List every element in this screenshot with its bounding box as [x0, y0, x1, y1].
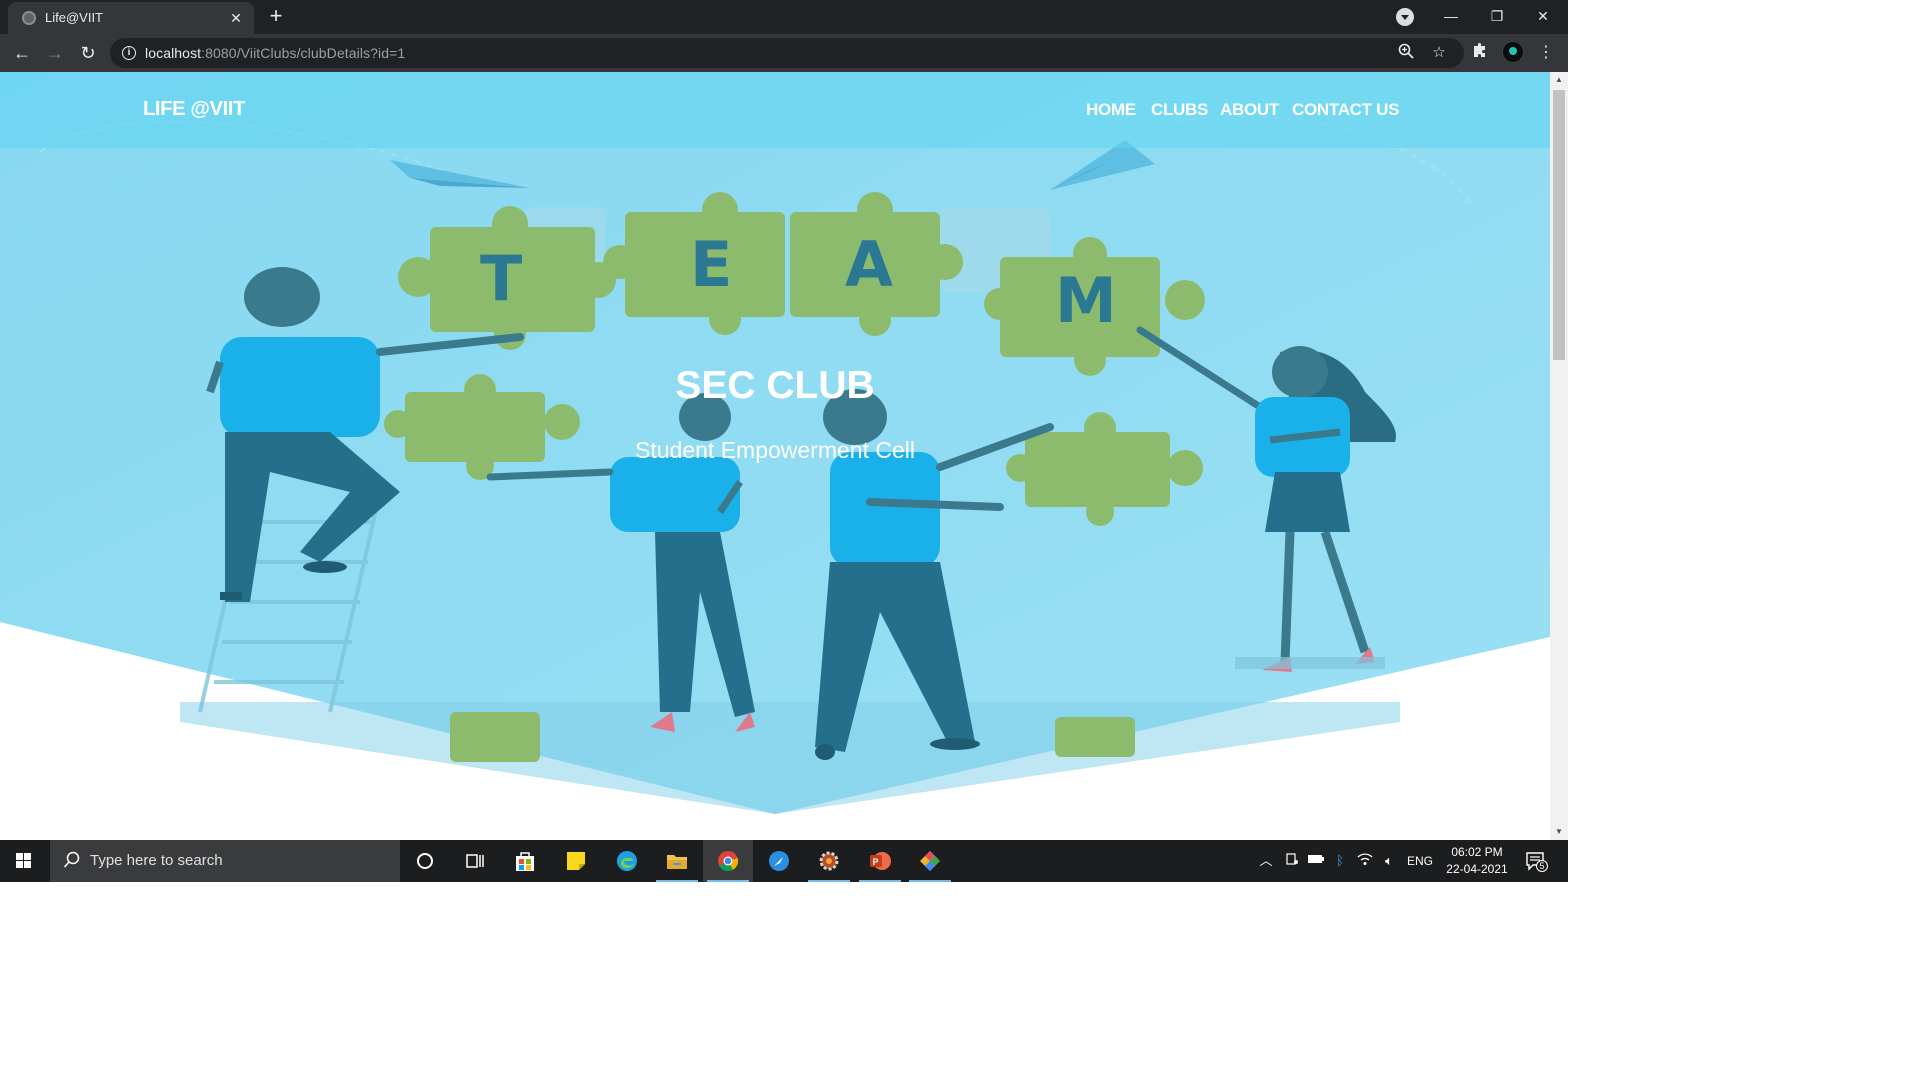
folder-icon — [667, 855, 687, 869]
taskbar-app-gear[interactable] — [804, 840, 854, 882]
taskbar-sticky-notes[interactable] — [551, 840, 601, 882]
powerpoint-icon: P — [870, 852, 891, 870]
taskbar-file-explorer[interactable] — [652, 840, 702, 882]
bluetooth-icon[interactable]: ᛒ — [1332, 852, 1348, 870]
device-icon[interactable] — [1283, 852, 1301, 870]
action-center-button[interactable]: 5 — [1524, 850, 1548, 872]
taskbar-search-box[interactable]: Type here to search — [50, 840, 400, 882]
taskbar-app-diamond[interactable] — [905, 840, 955, 882]
tab-search-icon[interactable] — [1396, 8, 1414, 26]
info-icon[interactable]: i — [122, 46, 136, 60]
profile-avatar[interactable] — [1502, 41, 1524, 63]
scroll-down-arrow-icon[interactable]: ▼ — [1550, 824, 1568, 840]
page-viewport: T E A M LIFE @VIIT HOME CLUBS ABOUT CONT… — [0, 72, 1550, 840]
minimize-button[interactable]: — — [1428, 0, 1474, 32]
page-scrollbar[interactable]: ▲ ▼ — [1550, 72, 1568, 840]
task-view-button[interactable] — [450, 840, 500, 882]
clock-date: 22-04-2021 — [1446, 862, 1508, 876]
bookmark-star-icon[interactable]: ☆ — [1429, 43, 1449, 63]
browser-toolbar: ← → ↻ i localhost:8080/ViitClubs/clubDet… — [0, 34, 1568, 72]
cortana-circle-icon — [417, 853, 433, 869]
club-subtitle: Student Empowerment Cell — [635, 437, 915, 463]
running-indicator — [859, 880, 901, 882]
taskbar-chrome[interactable] — [703, 840, 753, 882]
nav-link-contact-us[interactable]: CONTACT US — [1292, 100, 1399, 120]
puzzle-letter-m: M — [1055, 264, 1117, 337]
volume-icon[interactable]: 🔈︎ — [1378, 852, 1400, 870]
language-indicator[interactable]: ENG — [1404, 852, 1436, 870]
browser-tab[interactable]: Life@VIIT ✕ — [8, 2, 254, 34]
new-tab-button[interactable]: + — [264, 4, 288, 28]
site-logo[interactable]: LIFE @VIIT — [143, 98, 245, 121]
scrollbar-thumb[interactable] — [1553, 90, 1565, 360]
restore-button[interactable]: ❐ — [1474, 0, 1520, 32]
running-indicator — [909, 880, 951, 882]
task-view-icon — [466, 854, 484, 868]
scroll-up-arrow-icon[interactable]: ▲ — [1550, 72, 1568, 88]
close-tab-icon[interactable]: ✕ — [226, 8, 246, 28]
taskbar-edge[interactable] — [602, 840, 652, 882]
puzzle-letter-e: E — [690, 228, 732, 301]
site-navbar: LIFE @VIIT HOME CLUBS ABOUT CONTACT US — [0, 72, 1550, 148]
browser-tab-strip: Life@VIIT ✕ + — ❐ ✕ — [0, 0, 1568, 34]
notification-count: 5 — [1539, 861, 1545, 871]
address-bar[interactable]: i localhost:8080/ViitClubs/clubDetails?i… — [110, 38, 1464, 68]
windows-taskbar: Type here to search P ︿ ᛒ 🔈︎ ENG 06:02 P… — [0, 840, 1568, 882]
puzzle-letter-t: T — [480, 242, 522, 315]
club-title: SEC CLUB — [675, 364, 875, 407]
forward-button[interactable]: → — [42, 40, 68, 66]
taskbar-app-blue[interactable] — [754, 840, 804, 882]
nav-link-home[interactable]: HOME — [1086, 100, 1136, 120]
edge-browser-icon — [617, 851, 637, 871]
clock-time: 06:02 PM — [1451, 845, 1503, 859]
taskbar-clock[interactable]: 06:02 PM 22-04-2021 — [1440, 844, 1514, 878]
extensions-puzzle-icon[interactable] — [1469, 42, 1491, 64]
chevron-up-icon[interactable]: ︿ — [1258, 852, 1274, 870]
reload-button[interactable]: ↻ — [75, 40, 101, 66]
running-indicator — [808, 880, 850, 882]
globe-icon — [22, 11, 36, 25]
hero-section: T E A M LIFE @VIIT HOME CLUBS ABOUT CONT… — [0, 72, 1550, 840]
nav-link-about[interactable]: ABOUT — [1220, 100, 1279, 120]
compass-app-icon — [769, 851, 789, 871]
zoom-icon[interactable] — [1396, 43, 1416, 63]
close-window-button[interactable]: ✕ — [1520, 0, 1566, 32]
search-placeholder: Type here to search — [90, 852, 223, 869]
gear-icon — [819, 851, 839, 871]
diamond-app-icon — [920, 851, 940, 871]
taskbar-store[interactable] — [500, 840, 550, 882]
kebab-menu-icon[interactable]: ⋮ — [1536, 42, 1556, 64]
tab-title: Life@VIIT — [45, 10, 103, 25]
chrome-icon — [718, 851, 739, 872]
battery-icon[interactable] — [1306, 852, 1326, 870]
wifi-icon[interactable] — [1354, 852, 1376, 870]
running-indicator — [656, 880, 698, 882]
puzzle-letter-a: A — [845, 228, 893, 301]
back-button[interactable]: ← — [9, 40, 35, 66]
windows-logo-icon — [16, 853, 31, 868]
store-bag-icon — [516, 852, 534, 871]
running-indicator — [707, 880, 749, 882]
nav-link-clubs[interactable]: CLUBS — [1151, 100, 1208, 120]
taskbar-powerpoint[interactable]: P — [855, 840, 905, 882]
start-button[interactable] — [0, 840, 48, 882]
cortana-button[interactable] — [400, 840, 450, 882]
search-icon — [62, 851, 82, 871]
sticky-notes-icon — [567, 852, 585, 870]
url-text[interactable]: localhost:8080/ViitClubs/clubDetails?id=… — [145, 45, 405, 61]
svg-text:P: P — [873, 857, 879, 867]
